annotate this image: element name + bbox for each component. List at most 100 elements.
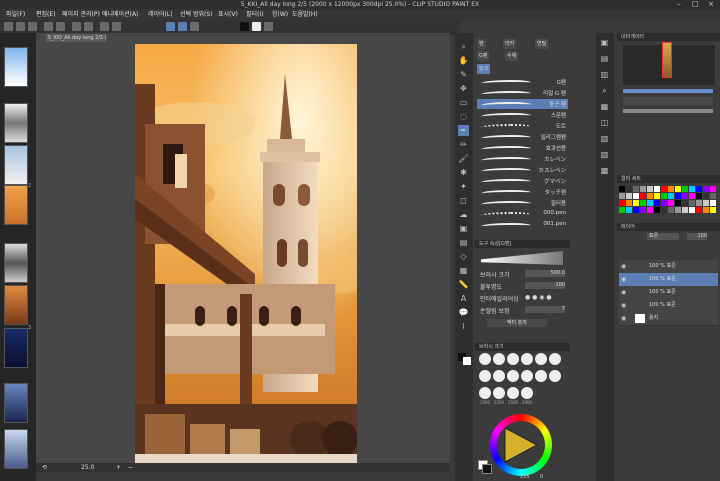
color-swatch[interactable]: [689, 186, 695, 192]
frame-tool-icon[interactable]: ▦: [458, 265, 469, 276]
size-option[interactable]: [479, 387, 491, 399]
color-swatch[interactable]: [619, 207, 625, 213]
figure-tool-icon[interactable]: ◇: [458, 251, 469, 262]
navigator-thumbnail[interactable]: [662, 42, 672, 78]
menu-file[interactable]: 파일(F): [6, 9, 25, 20]
redo-icon[interactable]: [56, 22, 65, 31]
eyedropper-tool-icon[interactable]: ✎: [458, 69, 469, 80]
deselect-icon[interactable]: [100, 22, 109, 31]
layer-row[interactable]: ◉ 용지: [619, 312, 718, 326]
brush-tool-icon[interactable]: 🖌: [458, 153, 469, 164]
size-option[interactable]: [507, 387, 519, 399]
color-swatch[interactable]: [703, 200, 709, 206]
color-swatch[interactable]: [682, 207, 688, 213]
open-icon[interactable]: [16, 22, 25, 31]
size-option[interactable]: [521, 370, 533, 382]
brush-item[interactable]: 도트: [477, 121, 568, 131]
document-tab[interactable]: 5_KKI_All day long 2/5 (25.0%): [46, 34, 106, 42]
color-swatch[interactable]: [626, 207, 632, 213]
color-swatch[interactable]: [682, 186, 688, 192]
antialias-options[interactable]: ● ● ◉ ●: [525, 294, 552, 301]
color-swatch[interactable]: [647, 200, 653, 206]
blend-tool-icon[interactable]: ☁: [458, 209, 469, 220]
page-thumbnail[interactable]: [4, 383, 28, 423]
save-icon[interactable]: [28, 22, 37, 31]
page-thumbnail[interactable]: [4, 145, 28, 185]
rotate-icon[interactable]: ⟲: [42, 463, 47, 472]
canvas-artwork[interactable]: [135, 44, 357, 468]
color-swatch[interactable]: [668, 186, 674, 192]
size-option[interactable]: [493, 353, 505, 365]
color-triangle[interactable]: [503, 426, 539, 464]
menu-window[interactable]: 창(W): [272, 9, 288, 20]
menu-filter[interactable]: 필터(I): [246, 9, 264, 20]
pencil-tool-icon[interactable]: ✏: [458, 139, 469, 150]
transform-icon[interactable]: [84, 22, 93, 31]
color-swatch[interactable]: [682, 193, 688, 199]
sub-color-swatch[interactable]: [463, 357, 471, 365]
new-icon[interactable]: [4, 22, 13, 31]
size-option[interactable]: [521, 353, 533, 365]
lasso-tool-icon[interactable]: ◌: [458, 111, 469, 122]
menu-edit[interactable]: 편집(E): [36, 9, 56, 20]
zoom-out-icon[interactable]: −: [128, 463, 133, 472]
color-swatch[interactable]: [633, 200, 639, 206]
brush-item[interactable]: 효과선용: [477, 143, 568, 153]
material-panel-icon[interactable]: ▦: [599, 101, 610, 112]
color-swatch[interactable]: [633, 207, 639, 213]
snap-grid-icon[interactable]: [178, 22, 187, 31]
eye-icon[interactable]: ◉: [621, 289, 628, 296]
color-swatch[interactable]: [689, 207, 695, 213]
maximize-icon[interactable]: □: [688, 0, 702, 9]
color-history-icon[interactable]: ▨: [599, 149, 610, 160]
color-swatch[interactable]: [703, 193, 709, 199]
color-swatch[interactable]: [626, 200, 632, 206]
pen-tool-icon[interactable]: ✒: [458, 125, 469, 136]
page-thumbnail[interactable]: [4, 185, 28, 225]
color-swatch[interactable]: [675, 207, 681, 213]
prop-brush-size-value[interactable]: 500.0: [525, 270, 565, 277]
color-swatch[interactable]: [661, 200, 667, 206]
ruler-tool-icon[interactable]: 📏: [458, 279, 469, 290]
brush-item[interactable]: タッチ펜: [477, 187, 568, 197]
brush-item[interactable]: 밀리그램펜: [477, 132, 568, 142]
color-swatch[interactable]: [640, 193, 646, 199]
color-swatch[interactable]: [689, 200, 695, 206]
section-ink[interactable]: 잉크: [477, 64, 491, 74]
brush-item[interactable]: 리얼 G 펜: [477, 88, 568, 98]
swatch-grid[interactable]: [619, 186, 718, 216]
color-swatch[interactable]: [640, 186, 646, 192]
color-swatch[interactable]: [640, 207, 646, 213]
search-panel-icon[interactable]: ⌕: [599, 85, 610, 96]
brush-item[interactable]: カレペン: [477, 154, 568, 164]
layer-row[interactable]: ◉ 100 % 표준: [619, 286, 718, 300]
minimize-icon[interactable]: –: [672, 0, 686, 9]
brush-item[interactable]: 필터용: [477, 198, 568, 208]
color-swatch[interactable]: [668, 207, 674, 213]
color-swatch[interactable]: [668, 200, 674, 206]
tab-pen[interactable]: 펜: [477, 39, 486, 49]
color-swatch[interactable]: [619, 193, 625, 199]
color-swatch[interactable]: [654, 193, 660, 199]
size-option[interactable]: [493, 370, 505, 382]
color-swatch[interactable]: [696, 186, 702, 192]
size-option[interactable]: [535, 353, 547, 365]
color-swatch[interactable]: [647, 207, 653, 213]
clear-icon[interactable]: [72, 22, 81, 31]
menu-layer[interactable]: 레이어(L): [148, 9, 173, 20]
navigator-panel-icon[interactable]: ▣: [599, 37, 610, 48]
layer-property-icon[interactable]: ▧: [599, 133, 610, 144]
info-panel-icon[interactable]: ▥: [599, 69, 610, 80]
color-swatch[interactable]: [654, 200, 660, 206]
color-swatch[interactable]: [682, 200, 688, 206]
color-slider-icon[interactable]: ▩: [599, 165, 610, 176]
snap-special-icon[interactable]: [190, 22, 199, 31]
fill-tool-icon[interactable]: ▣: [458, 223, 469, 234]
color-swatch[interactable]: [675, 193, 681, 199]
gradient-tool-icon[interactable]: ▤: [458, 237, 469, 248]
color-swatch[interactable]: [710, 207, 716, 213]
main-color-chip[interactable]: [482, 464, 492, 474]
vector-snap-button[interactable]: 벡터 흡착: [487, 319, 547, 327]
blend-mode-select[interactable]: 표준: [647, 233, 679, 240]
size-option[interactable]: [507, 353, 519, 365]
